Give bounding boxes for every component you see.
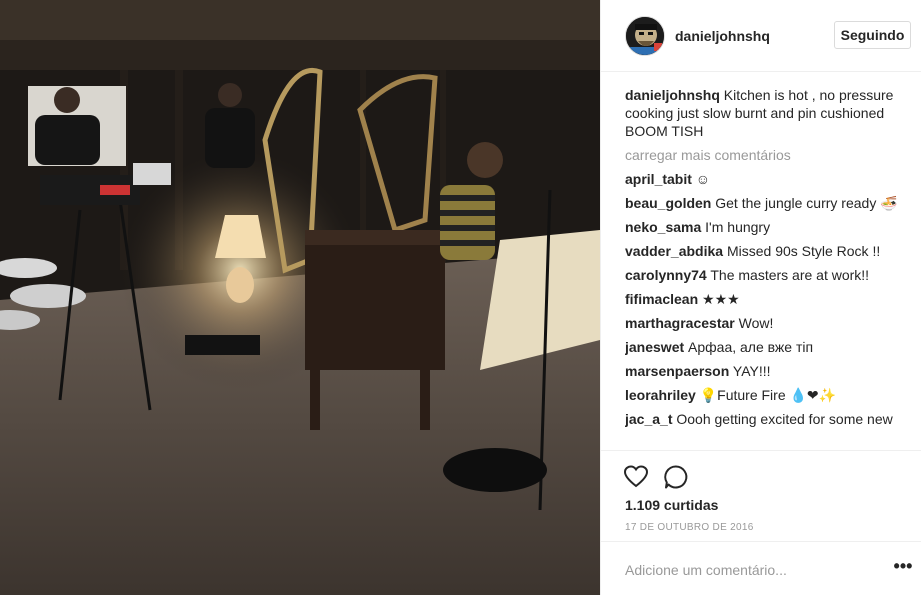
- avatar[interactable]: [625, 15, 665, 56]
- comment-text: ☺: [695, 171, 711, 187]
- comment-icon[interactable]: [663, 464, 689, 490]
- comment-text: Арфаа, але вже тіп: [688, 339, 814, 355]
- post-header: danieljohnshq Seguindo: [601, 0, 921, 72]
- comment-username[interactable]: leorahriley: [625, 387, 696, 403]
- comment-username[interactable]: janeswet: [625, 339, 684, 355]
- post-photo: [0, 0, 600, 595]
- comment-item: vadder_abdika Missed 90s Style Rock !!: [625, 242, 905, 260]
- post-panel: danieljohnshq Seguindo danieljohnshq Kit…: [600, 0, 921, 595]
- following-button[interactable]: Seguindo: [834, 21, 911, 49]
- comment-text: ★★★: [702, 291, 740, 307]
- add-comment-input[interactable]: [625, 560, 865, 580]
- comment-text: Wow!: [738, 315, 774, 331]
- likes-count[interactable]: 1.109 curtidas: [625, 497, 718, 513]
- post-date: 17 DE OUTUBRO DE 2016: [625, 522, 754, 533]
- action-icons: [623, 464, 689, 490]
- comment-text: YAY!!!: [732, 363, 771, 379]
- comment-username[interactable]: beau_golden: [625, 195, 711, 211]
- comment-item: janeswet Арфаа, але вже тіп: [625, 338, 905, 356]
- comment-username[interactable]: carolynny74: [625, 267, 707, 283]
- comment-username[interactable]: jac_a_t: [625, 411, 672, 427]
- post-actions: 1.109 curtidas 17 DE OUTUBRO DE 2016 •••: [601, 450, 921, 595]
- comment-item: marsenpaerson YAY!!!: [625, 362, 905, 380]
- comment-item: leorahriley 💡Future Fire 💧❤✨: [625, 386, 905, 404]
- comment-item: marthagracestar Wow!: [625, 314, 905, 332]
- comment-username[interactable]: fifimaclean: [625, 291, 698, 307]
- add-comment-bar: •••: [601, 541, 921, 595]
- comment-item: beau_golden Get the jungle curry ready 🍜: [625, 194, 905, 212]
- comment-username[interactable]: marthagracestar: [625, 315, 735, 331]
- comment-text: Missed 90s Style Rock !!: [726, 243, 881, 259]
- comment-item: fifimaclean ★★★: [625, 290, 905, 308]
- comment-text: The masters are at work!!: [710, 267, 870, 283]
- comment-username[interactable]: marsenpaerson: [625, 363, 729, 379]
- comment-item: neko_sama I'm hungry: [625, 218, 905, 236]
- comment-item: jac_a_t Oooh getting excited for some ne…: [625, 410, 905, 428]
- comment-username[interactable]: vadder_abdika: [625, 243, 723, 259]
- comment-text: 💡Future Fire 💧❤✨: [699, 387, 837, 403]
- comment-text: I'm hungry: [705, 219, 771, 235]
- header-username[interactable]: danieljohnshq: [675, 28, 770, 44]
- comment-username[interactable]: neko_sama: [625, 219, 701, 235]
- comment-username[interactable]: april_tabit: [625, 171, 692, 187]
- caption-username[interactable]: danieljohnshq: [625, 87, 720, 103]
- comment-item: carolynny74 The masters are at work!!: [625, 266, 905, 284]
- ellipsis-icon[interactable]: •••: [893, 557, 913, 579]
- comment-item: april_tabit ☺: [625, 170, 905, 188]
- heart-icon[interactable]: [623, 464, 649, 490]
- load-more-comments-link[interactable]: carregar mais comentários: [625, 146, 905, 164]
- comment-text: Oooh getting excited for some new: [676, 411, 893, 427]
- comment-text: Get the jungle curry ready 🍜: [715, 195, 898, 211]
- post-caption: danieljohnshq Kitchen is hot , no pressu…: [625, 86, 905, 140]
- comments-list[interactable]: danieljohnshq Kitchen is hot , no pressu…: [625, 86, 905, 449]
